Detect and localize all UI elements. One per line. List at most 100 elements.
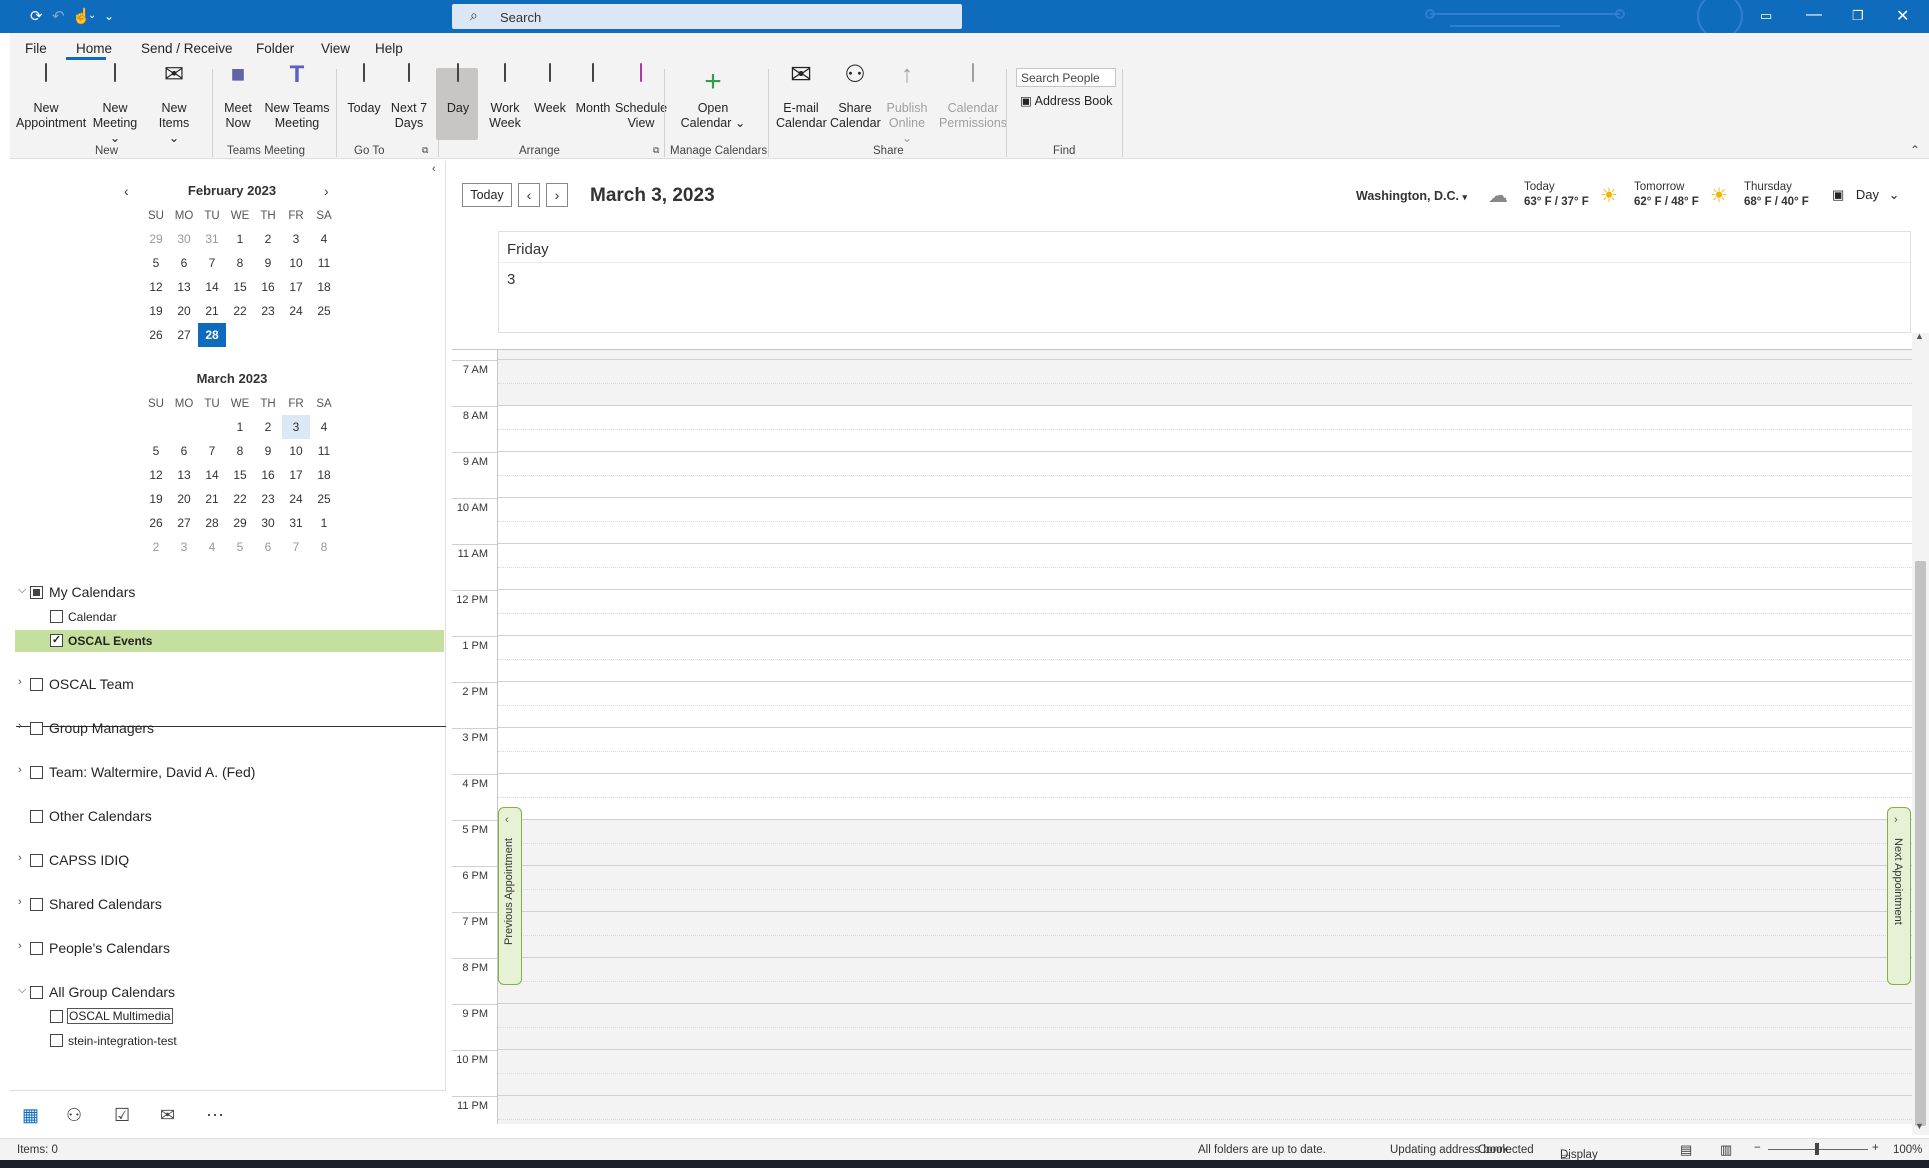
normal-view-icon[interactable]: ▤ — [1680, 1142, 1692, 1158]
hour-row[interactable]: 5 PM — [452, 820, 1912, 866]
tab-home[interactable]: Home — [76, 41, 112, 56]
minimize-icon[interactable]: — — [1806, 6, 1822, 24]
hour-row[interactable]: 12 PM — [452, 590, 1912, 636]
next-7-days-button[interactable]: Next 7 Days — [386, 63, 432, 131]
checkbox-checked[interactable]: ✓ — [50, 634, 63, 647]
mini-calendar-day[interactable]: 22 — [226, 487, 254, 511]
mini-calendar-day[interactable]: 14 — [198, 275, 226, 299]
mini-calendar-day[interactable]: 19 — [142, 299, 170, 323]
reading-view-icon[interactable]: ▥ — [1720, 1142, 1732, 1158]
folder-group-managers[interactable]: › Group Managers — [18, 718, 446, 740]
mini-calendar-day[interactable]: 21 — [198, 487, 226, 511]
mini-calendar-day[interactable]: 18 — [310, 463, 338, 487]
tab-send-receive[interactable]: Send / Receive — [141, 41, 233, 56]
mini-calendar-day[interactable]: 11 — [310, 251, 338, 275]
mini-calendar-day[interactable]: 5 — [226, 535, 254, 559]
tasks-nav-icon[interactable]: ☑ — [114, 1105, 130, 1126]
chevron-down-icon[interactable]: ⌵ — [18, 584, 30, 597]
scroll-up-icon[interactable]: ▲ — [1915, 331, 1924, 341]
mini-calendar-day[interactable]: 9 — [254, 439, 282, 463]
tab-help[interactable]: Help — [375, 41, 403, 56]
zoom-out-icon[interactable]: − — [1754, 1142, 1761, 1154]
collapse-pane-icon[interactable]: ‹ — [432, 163, 436, 175]
new-appointment-button[interactable]: New Appointment — [16, 63, 86, 131]
folder-peoples-calendars[interactable]: › People's Calendars — [18, 938, 446, 960]
folder-other-calendars[interactable]: Other Calendars — [18, 806, 446, 828]
checkbox[interactable] — [30, 766, 43, 779]
mini-calendar-day[interactable]: 11 — [310, 439, 338, 463]
time-slot[interactable] — [498, 360, 1912, 406]
hour-row[interactable]: 2 PM — [452, 682, 1912, 728]
schedule-view-button[interactable]: Schedule View — [614, 63, 668, 131]
mini-calendar-day[interactable]: 29 — [226, 511, 254, 535]
time-slot[interactable] — [498, 406, 1912, 452]
chevron-right-icon[interactable]: › — [18, 896, 30, 908]
checkbox[interactable] — [30, 898, 43, 911]
month-view-button[interactable]: Month — [572, 63, 614, 116]
hour-row[interactable]: 8 PM — [452, 958, 1912, 1004]
mini-calendar-day[interactable]: 20 — [170, 487, 198, 511]
mini-calendar-day[interactable]: 6 — [170, 251, 198, 275]
checkbox[interactable] — [50, 1034, 63, 1047]
folder-my-calendars[interactable]: ⌵ My Calendars — [18, 582, 446, 604]
checkbox[interactable] — [30, 986, 43, 999]
scrollbar-thumb[interactable] — [1915, 561, 1926, 1126]
mini-calendar-day[interactable]: 3 — [282, 227, 310, 251]
mini-calendar-day[interactable]: 1 — [226, 227, 254, 251]
time-slot[interactable] — [498, 544, 1912, 590]
time-slot[interactable] — [498, 498, 1912, 544]
chevron-right-icon[interactable]: › — [18, 940, 30, 952]
meet-now-button[interactable]: ■ Meet Now — [218, 63, 258, 131]
mini-calendar-day[interactable]: 4 — [310, 415, 338, 439]
checkbox-partial[interactable] — [30, 586, 43, 599]
time-slot[interactable] — [498, 774, 1912, 820]
ribbon-display-icon[interactable]: ▭ — [1760, 8, 1772, 24]
folder-all-group-calendars[interactable]: ⌵ All Group Calendars — [18, 982, 446, 1004]
mini-calendar-day[interactable]: 31 — [198, 227, 226, 251]
mini-calendar-day[interactable]: 13 — [170, 275, 198, 299]
mini-calendar-day[interactable]: 24 — [282, 487, 310, 511]
calendar-item-calendar[interactable]: Calendar — [50, 606, 446, 628]
mini-calendar-day[interactable]: 25 — [310, 487, 338, 511]
chevron-down-icon[interactable]: ⌵ — [18, 984, 30, 997]
time-slot[interactable] — [498, 728, 1912, 774]
mini-calendar-day[interactable]: 6 — [170, 439, 198, 463]
mini-calendar-day[interactable]: 18 — [310, 275, 338, 299]
search-box[interactable]: ⌕ Search — [452, 4, 962, 29]
calendar-permissions-button[interactable]: Calendar Permissions — [938, 63, 1008, 131]
mini-calendar-day[interactable]: 27 — [170, 511, 198, 535]
share-calendar-button[interactable]: ⚇ Share Calendar — [830, 63, 881, 131]
restore-icon[interactable]: ❐ — [1852, 8, 1864, 24]
mini-calendar-day[interactable]: 23 — [254, 299, 282, 323]
hour-row[interactable]: 9 AM — [452, 452, 1912, 498]
hour-row[interactable]: 1 PM — [452, 636, 1912, 682]
mini-calendar-day[interactable]: 26 — [142, 323, 170, 347]
hour-row[interactable]: 11 AM — [452, 544, 1912, 590]
checkbox[interactable] — [30, 722, 43, 735]
mini-calendar-day[interactable]: 23 — [254, 487, 282, 511]
checkbox[interactable] — [50, 1010, 63, 1023]
mini-calendar-day[interactable]: 6 — [254, 535, 282, 559]
hour-row[interactable]: 10 PM — [452, 1050, 1912, 1096]
day-view-button[interactable]: Day — [438, 63, 478, 116]
checkbox[interactable] — [50, 610, 63, 623]
close-icon[interactable]: ✕ — [1896, 6, 1909, 26]
hour-row[interactable]: 6 PM — [452, 866, 1912, 912]
work-week-view-button[interactable]: Work Week — [484, 63, 526, 131]
mini-calendar-day[interactable]: 19 — [142, 487, 170, 511]
mini-calendar-day[interactable]: 1 — [226, 415, 254, 439]
calendar-item-oscal-multimedia[interactable]: OSCAL Multimedia — [50, 1006, 446, 1028]
scroll-down-icon[interactable]: ▼ — [1915, 1121, 1924, 1131]
time-slot[interactable] — [498, 590, 1912, 636]
mini-calendar-day[interactable]: 26 — [142, 511, 170, 535]
dialog-launcher-icon[interactable]: ⧉ — [422, 145, 428, 156]
mini-calendar-day[interactable]: 3 — [282, 415, 310, 439]
mini-calendar-day[interactable]: 17 — [282, 463, 310, 487]
folder-team-waltermire[interactable]: › Team: Waltermire, David A. (Fed) — [18, 762, 446, 784]
today-button[interactable]: Today — [462, 183, 512, 207]
go-to-today-button[interactable]: Today — [344, 63, 384, 116]
mini-calendar-day[interactable]: 8 — [310, 535, 338, 559]
mini-calendar-day[interactable]: 2 — [254, 415, 282, 439]
mini-calendar-day[interactable]: 10 — [282, 439, 310, 463]
checkbox[interactable] — [30, 854, 43, 867]
